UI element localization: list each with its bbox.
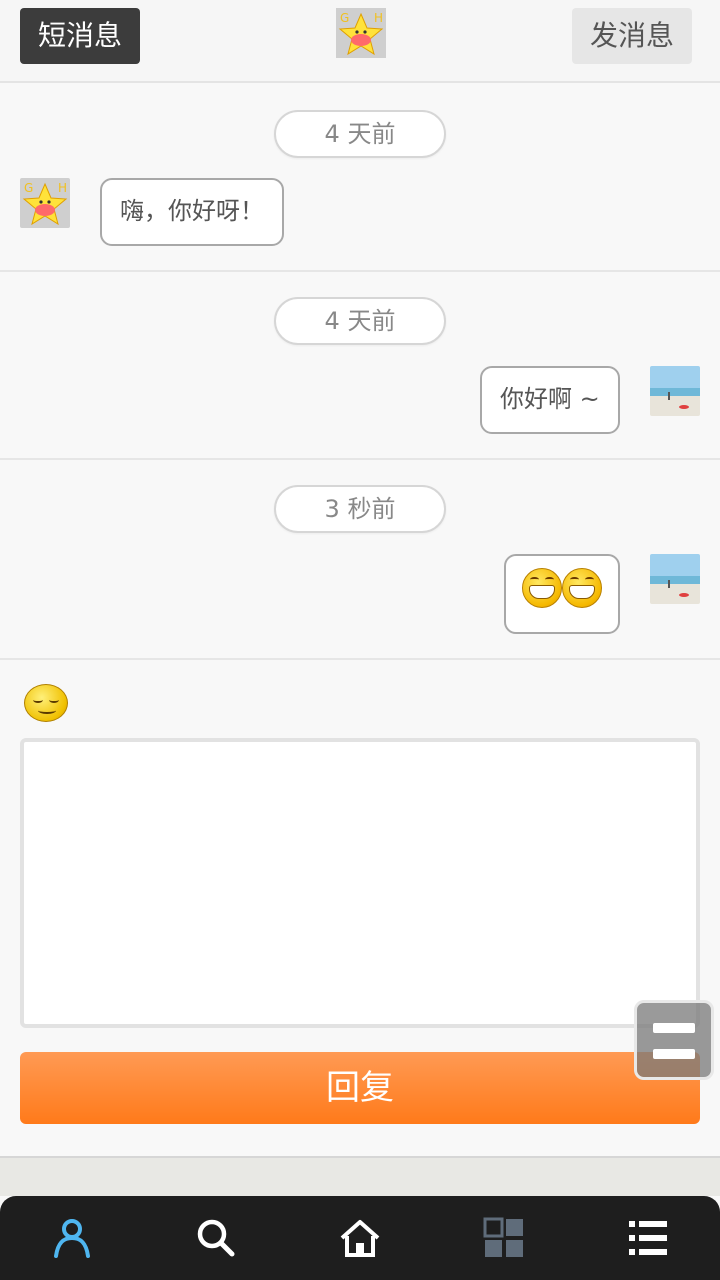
message-block: 3 秒前 <box>0 460 720 660</box>
timestamp: 4 天前 <box>274 110 446 158</box>
reply-button[interactable]: 回复 <box>20 1052 700 1124</box>
message-block: 4 天前 你好啊 ~ <box>0 272 720 460</box>
message-bubble[interactable]: 嗨，你好呀！ <box>100 178 284 246</box>
reply-input[interactable] <box>20 738 700 1028</box>
star-logo-icon: G H <box>336 8 386 58</box>
sms-button[interactable]: 短消息 <box>20 8 140 64</box>
beach-avatar-icon[interactable] <box>650 366 700 416</box>
svg-text:G: G <box>340 11 349 25</box>
emoji-message-bubble[interactable] <box>504 554 620 634</box>
message-block: 4 天前 G H 嗨，你好呀！ <box>0 85 720 272</box>
footer-strip <box>0 1156 720 1196</box>
svg-text:H: H <box>58 181 67 195</box>
star-avatar-icon[interactable]: G H <box>20 178 70 228</box>
timestamp: 3 秒前 <box>274 485 446 533</box>
home-icon[interactable] <box>320 1196 400 1280</box>
timestamp: 4 天前 <box>274 297 446 345</box>
search-icon[interactable] <box>176 1196 256 1280</box>
floating-menu-button[interactable] <box>634 1000 714 1080</box>
smile-icon[interactable] <box>24 684 68 722</box>
send-message-button[interactable]: 发消息 <box>572 8 692 64</box>
bottom-nav <box>0 1196 720 1280</box>
message-bubble[interactable]: 你好啊 ~ <box>480 366 620 434</box>
svg-text:H: H <box>374 11 383 25</box>
grin-emoji-icon <box>522 568 562 608</box>
grid-icon[interactable] <box>464 1196 544 1280</box>
menu-list-icon[interactable] <box>608 1196 688 1280</box>
svg-text:G: G <box>24 181 33 195</box>
user-icon[interactable] <box>32 1196 112 1280</box>
grin-emoji-icon <box>562 568 602 608</box>
beach-avatar-icon[interactable] <box>650 554 700 604</box>
top-bar: 短消息 G H 发消息 <box>0 0 720 83</box>
